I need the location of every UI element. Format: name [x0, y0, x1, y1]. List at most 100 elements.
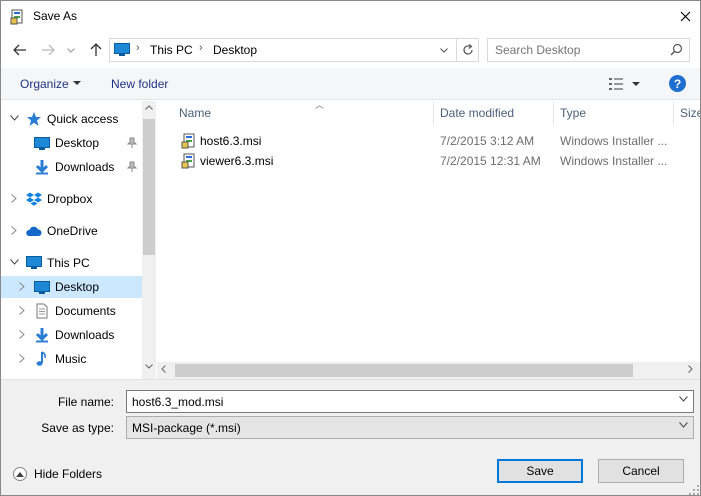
star-icon — [27, 112, 41, 126]
nav-item-label: Desktop — [55, 136, 100, 150]
chevron-right-icon[interactable] — [9, 193, 19, 203]
sort-ascending-icon: ︿ — [315, 100, 325, 110]
chevron-right-icon: › — [136, 42, 140, 54]
chevron-down-icon — [679, 422, 688, 428]
refresh-button[interactable] — [456, 39, 478, 61]
computer-icon — [114, 43, 130, 56]
hide-folders-label: Hide Folders — [34, 467, 103, 481]
scroll-up-icon[interactable] — [145, 105, 153, 110]
dropbox-icon — [26, 192, 42, 206]
nav-item-this-pc[interactable]: This PC — [1, 252, 142, 274]
save-options-panel: File name: Save as type: MSI-package (*.… — [1, 379, 700, 495]
view-options-dropdown-icon[interactable] — [632, 82, 640, 86]
address-bar[interactable]: › This PC › Desktop — [109, 38, 479, 62]
save-button[interactable]: Save — [497, 459, 583, 483]
computer-icon — [26, 256, 42, 269]
nav-item-desktop-pinned[interactable]: Desktop — [1, 132, 142, 154]
file-row[interactable]: host6.3.msi 7/2/2015 3:12 AM Windows Ins… — [157, 131, 700, 151]
file-name-input[interactable] — [127, 391, 667, 412]
nav-item-onedrive[interactable]: OneDrive — [1, 220, 142, 242]
nav-item-label: Quick access — [47, 112, 119, 126]
file-date: 7/2/2015 3:12 AM — [440, 134, 535, 148]
navigation-pane: Quick access Desktop Downloads Dropbox O… — [1, 101, 156, 379]
nav-item-label: Downloads — [55, 160, 115, 174]
search-input[interactable] — [495, 40, 665, 60]
address-dropdown-button[interactable] — [436, 42, 452, 58]
desktop-icon — [34, 137, 50, 150]
file-name: viewer6.3.msi — [200, 154, 274, 168]
cancel-button[interactable]: Cancel — [598, 459, 684, 483]
back-button[interactable] — [11, 41, 29, 59]
chevron-right-icon: › — [199, 42, 203, 54]
nav-item-label: This PC — [47, 256, 90, 270]
close-button[interactable] — [669, 1, 700, 32]
file-list: Name ︿ Date modified Type Size host6.3.m… — [157, 100, 700, 379]
scrollbar-thumb[interactable] — [175, 364, 633, 377]
scroll-down-icon[interactable] — [145, 364, 153, 369]
chevron-down-icon[interactable] — [9, 113, 19, 123]
nav-item-dropbox[interactable]: Dropbox — [1, 188, 142, 210]
nav-item-downloads-pinned[interactable]: Downloads — [1, 156, 142, 178]
nav-item-label: Downloads — [55, 328, 115, 342]
nav-pane-scrollbar[interactable] — [142, 101, 156, 379]
desktop-icon — [34, 281, 50, 294]
resize-grip-icon[interactable] — [689, 485, 699, 495]
file-list-horizontal-scrollbar[interactable] — [157, 362, 700, 379]
cloud-icon — [26, 226, 42, 236]
file-row[interactable]: viewer6.3.msi 7/2/2015 12:31 AM Windows … — [157, 151, 700, 171]
breadcrumb-desktop[interactable]: Desktop — [213, 43, 257, 57]
scroll-right-icon[interactable] — [688, 365, 693, 373]
chevron-right-icon[interactable] — [9, 225, 19, 235]
nav-item-quick-access[interactable]: Quick access — [1, 108, 142, 130]
chevron-down-icon — [440, 47, 448, 53]
help-button[interactable]: ? — [669, 75, 686, 92]
breadcrumb-this-pc[interactable]: This PC — [150, 43, 193, 57]
nav-item-label: Documents — [55, 304, 116, 318]
back-arrow-icon — [13, 44, 26, 56]
search-box[interactable] — [487, 38, 690, 62]
organize-button[interactable]: Organize — [20, 77, 69, 91]
recent-locations-button[interactable] — [65, 41, 77, 59]
column-header-size[interactable]: Size — [674, 101, 700, 125]
pin-icon — [127, 161, 137, 172]
file-type: Windows Installer ... — [560, 154, 668, 168]
download-arrow-icon — [35, 160, 49, 175]
column-header-type[interactable]: Type — [554, 101, 674, 125]
save-as-type-value: MSI-package (*.msi) — [132, 421, 241, 435]
title-bar: Save As — [1, 1, 700, 32]
nav-item-label: Dropbox — [47, 192, 93, 206]
chevron-right-icon[interactable] — [17, 329, 27, 339]
column-header-date-modified[interactable]: Date modified — [434, 101, 554, 125]
chevron-down-icon[interactable] — [9, 257, 19, 267]
msi-file-icon — [181, 153, 195, 169]
chevron-right-icon[interactable] — [17, 353, 27, 363]
nav-item-label: Desktop — [55, 280, 100, 294]
scroll-left-icon[interactable] — [161, 365, 166, 373]
nav-item-downloads[interactable]: Downloads — [1, 324, 142, 346]
hide-folders-toggle[interactable]: Hide Folders — [13, 465, 102, 483]
close-icon — [680, 11, 690, 22]
chevron-right-icon[interactable] — [17, 281, 27, 291]
up-arrow-icon — [90, 43, 102, 56]
music-note-icon — [36, 351, 46, 366]
organize-dropdown-icon — [73, 81, 81, 85]
chevron-up-icon — [13, 467, 27, 481]
chevron-down-icon[interactable] — [679, 396, 688, 402]
document-icon — [36, 303, 48, 319]
file-name: host6.3.msi — [200, 134, 262, 148]
nav-item-documents[interactable]: Documents — [1, 300, 142, 322]
forward-button[interactable] — [39, 41, 57, 59]
installer-app-icon — [10, 9, 23, 25]
up-button[interactable] — [87, 41, 105, 59]
save-as-type-select[interactable]: MSI-package (*.msi) — [126, 416, 694, 439]
file-name-combobox[interactable] — [126, 390, 694, 413]
details-view-icon[interactable] — [608, 77, 624, 91]
nav-item-desktop[interactable]: Desktop — [1, 276, 142, 298]
chevron-right-icon[interactable] — [17, 305, 27, 315]
column-header-name[interactable]: Name ︿ — [173, 100, 434, 125]
new-folder-button[interactable]: New folder — [111, 77, 168, 91]
scrollbar-thumb[interactable] — [143, 119, 155, 255]
address-row: › This PC › Desktop — [1, 32, 700, 68]
file-date: 7/2/2015 12:31 AM — [440, 154, 541, 168]
nav-item-music[interactable]: Music — [1, 348, 142, 370]
